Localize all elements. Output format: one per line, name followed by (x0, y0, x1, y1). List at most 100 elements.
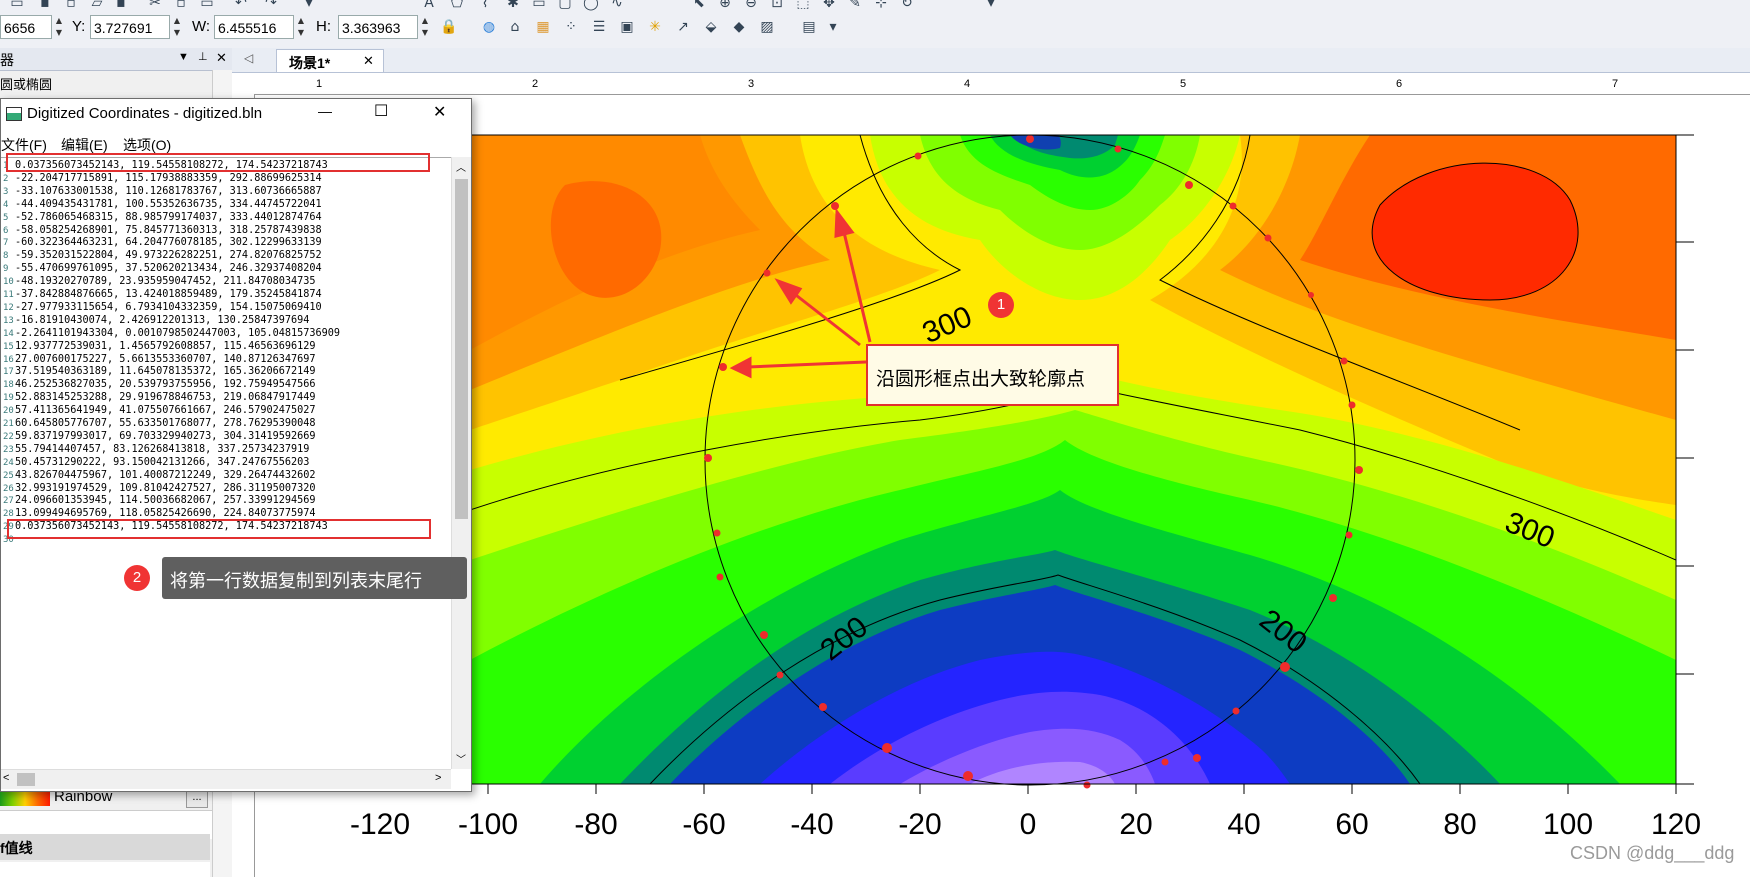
contour-fills (470, 135, 1676, 784)
digitized-point (1083, 781, 1091, 789)
coordinate-line[interactable]: 60.645805776707, 55.633501768077, 278.76… (15, 418, 316, 431)
line-number: 19 (3, 393, 14, 404)
x-tick-label: 60 (1335, 808, 1368, 841)
menu-options[interactable]: 选项(O) (123, 135, 171, 155)
digitized-point (763, 269, 771, 277)
line-number: 22 (3, 431, 14, 442)
digitized-point (1193, 754, 1201, 762)
coordinate-line[interactable]: 32.993191974529, 109.81042427527, 286.31… (15, 483, 316, 496)
line-number: 21 (3, 419, 14, 429)
coordinate-line[interactable]: -2.2641101943304, 0.0010798502447003, 10… (15, 328, 340, 341)
digitized-point (1264, 234, 1272, 242)
line-number: 7 (3, 238, 9, 249)
line-number: 5 (3, 212, 9, 223)
coordinate-line[interactable]: 46.252536827035, 20.539793755956, 192.75… (15, 379, 316, 392)
menu-file[interactable]: 文件(F) (1, 135, 47, 155)
line-number: 27 (3, 496, 14, 507)
digitized-point (914, 152, 922, 160)
coordinate-line[interactable]: 12.937772539031, 1.4565792608857, 115.46… (15, 341, 316, 354)
scroll-left-icon[interactable]: < (3, 772, 9, 784)
app-icon (6, 107, 22, 121)
x-axis-ticks (487, 784, 1677, 794)
watermark: CSDN @ddg___ddg (1570, 843, 1735, 863)
coordinate-line[interactable]: 37.519540363189, 11.645078135372, 165.36… (15, 366, 316, 379)
x-tick-label: -100 (458, 808, 518, 841)
digitized-point (831, 202, 839, 210)
coordinate-line[interactable]: 24.096601353945, 114.50036682067, 257.33… (15, 495, 316, 508)
coordinate-line[interactable]: -55.470699761095, 37.520620213434, 246.3… (15, 263, 322, 276)
digitized-point (1114, 145, 1122, 153)
hscroll-thumb[interactable] (17, 773, 35, 786)
x-tick-label: -80 (574, 808, 617, 841)
coordinate-line[interactable]: 43.826704475967, 101.40087212249, 329.26… (15, 470, 316, 483)
window-title: Digitized Coordinates - digitized.bln (27, 105, 263, 122)
menu-edit[interactable]: 编辑(E) (61, 135, 108, 155)
digitized-point (760, 631, 768, 639)
x-tick-label: -20 (898, 808, 941, 841)
digitized-point (776, 671, 784, 679)
x-axis-labels: -120 -100 -80 -60 -40 -20 0 20 40 60 80 … (350, 808, 1701, 841)
x-tick-label: 100 (1543, 808, 1593, 841)
minimize-icon[interactable]: — (318, 103, 332, 119)
coordinate-line[interactable]: -60.322364463231, 64.204776078185, 302.1… (15, 237, 322, 250)
coordinate-line[interactable]: -27.977933115654, 6.7934104332359, 154.1… (15, 302, 322, 315)
digitized-point (1355, 466, 1363, 474)
line-number: 6 (3, 225, 9, 236)
digitized-point (1280, 662, 1290, 672)
digitized-coordinates-window[interactable]: Digitized Coordinates - digitized.bln — … (0, 98, 472, 792)
line-number: 17 (3, 367, 14, 378)
x-tick-label: -60 (682, 808, 725, 841)
coordinate-line[interactable]: -16.81910430074, 2.426912201313, 130.258… (15, 315, 309, 328)
vertical-scrollbar[interactable]: ︿ ﹀ (451, 157, 471, 769)
coordinate-line[interactable]: 55.79414407457, 83.126268413818, 337.257… (15, 444, 309, 457)
line-number: 18 (3, 380, 14, 391)
line-number: 16 (3, 354, 14, 365)
callout2-text: 将第一行数据复制到列表末尾行 (170, 571, 422, 591)
line-number: 15 (3, 341, 14, 352)
coordinate-line[interactable]: -44.409435431781, 100.55352636735, 334.4… (15, 199, 322, 212)
line-number: 13 (3, 315, 14, 326)
coordinate-line[interactable]: -48.19320270789, 23.935959047452, 211.84… (15, 276, 316, 289)
digitized-point (1329, 594, 1337, 602)
coordinate-line[interactable]: -52.786065468315, 88.985799174037, 333.4… (15, 212, 322, 225)
digitized-point (1185, 181, 1193, 189)
scroll-up-icon[interactable]: ︿ (456, 159, 466, 174)
horizontal-scrollbar[interactable]: < > (1, 769, 451, 789)
digitized-point (1340, 357, 1348, 365)
coordinate-line[interactable]: 59.837197993017, 69.703329940273, 304.31… (15, 431, 316, 444)
digitized-point (1229, 202, 1237, 210)
line-number: 9 (3, 264, 9, 275)
window-titlebar[interactable]: Digitized Coordinates - digitized.bln — … (1, 99, 471, 129)
line-number: 24 (3, 457, 14, 468)
line-number: 20 (3, 406, 14, 417)
line-number: 12 (3, 302, 14, 313)
coordinate-line[interactable]: 57.411365641949, 41.075507661667, 246.57… (15, 405, 316, 418)
callout2-box: 将第一行数据复制到列表末尾行 (162, 557, 467, 599)
coordinate-line[interactable]: 27.007600175227, 5.6613553360707, 140.87… (15, 354, 316, 367)
digitized-point (1161, 758, 1169, 766)
line-number: 23 (3, 444, 14, 455)
line-number: 25 (3, 470, 14, 481)
x-tick-label: 120 (1651, 808, 1701, 841)
digitized-point (1348, 401, 1356, 409)
coordinate-line[interactable]: 50.45731290222, 93.150042131266, 347.247… (15, 457, 309, 470)
scroll-right-icon[interactable]: > (435, 772, 441, 784)
scroll-down-icon[interactable]: ﹀ (456, 751, 466, 766)
coordinate-line[interactable]: 52.883145253288, 29.919678846753, 219.06… (15, 392, 316, 405)
coordinate-line[interactable]: -22.204717715891, 115.17938883359, 292.8… (15, 173, 322, 186)
line-number: 26 (3, 483, 14, 494)
coordinate-line[interactable]: -59.352031522804, 49.973226282251, 274.8… (15, 250, 322, 263)
coordinate-line[interactable]: -58.058254268901, 75.845771360313, 318.2… (15, 225, 322, 238)
close-icon[interactable]: ✕ (433, 102, 446, 122)
line-number: 14 (3, 328, 14, 339)
coordinates-text-area[interactable]: 1 0.037356073452143, 119.54558108272, 174… (1, 157, 451, 770)
scroll-thumb[interactable] (455, 179, 468, 519)
maximize-icon[interactable]: ☐ (374, 101, 388, 121)
digitized-point (704, 454, 712, 462)
callout1-box: 沿圆形框点出大致轮廓点 (866, 344, 1119, 406)
digitized-point (819, 703, 827, 711)
line-number: 10 (3, 277, 14, 288)
line-number: 11 (3, 290, 14, 300)
coordinate-line[interactable]: -37.842884876665, 13.424018859489, 179.3… (15, 289, 322, 302)
coordinate-line[interactable]: -33.107633001538, 110.12681783767, 313.6… (15, 186, 322, 199)
